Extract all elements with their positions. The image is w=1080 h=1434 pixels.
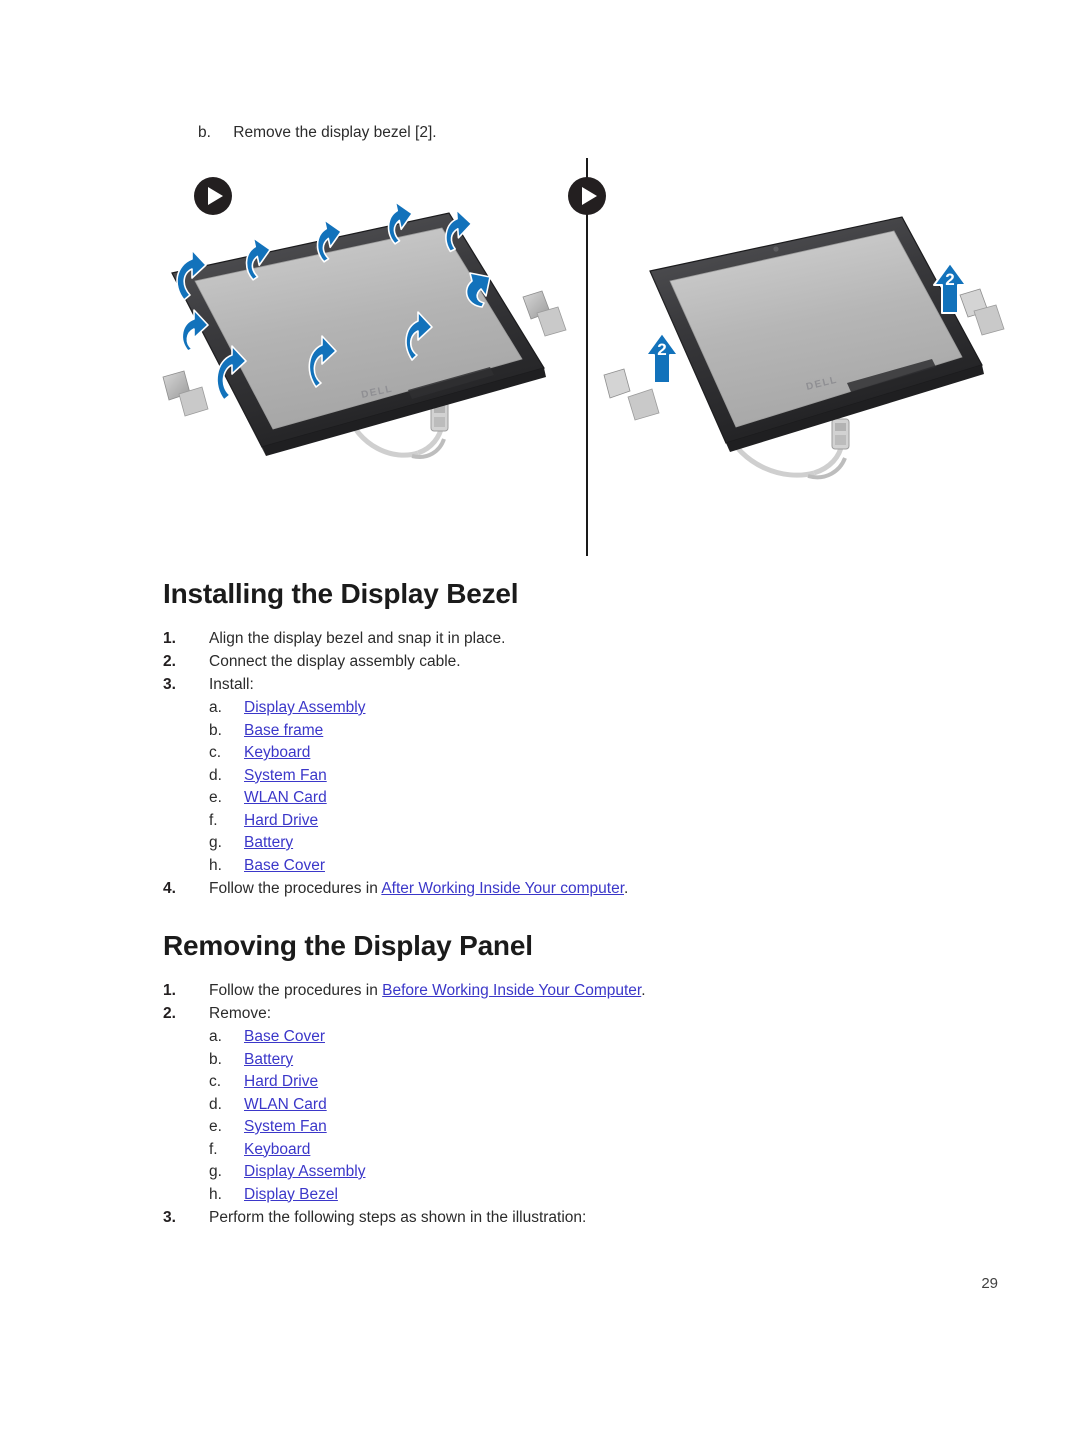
list-item: g. Display Assembly — [209, 1161, 923, 1184]
step-text: Connect the display assembly cable. — [209, 653, 461, 670]
step-marker: 2. — [163, 653, 176, 670]
link-base-frame[interactable]: Base frame — [244, 722, 323, 739]
substep-marker: e. — [209, 1118, 222, 1135]
link-before-working-inside-your-computer[interactable]: Before Working Inside Your Computer — [382, 982, 641, 999]
list-item: 2. Remove: — [163, 1003, 923, 1026]
substep-marker: d. — [209, 766, 222, 784]
page-title-removing-display-panel: Removing the Display Panel — [163, 930, 533, 961]
step-marker: 1. — [163, 630, 176, 647]
page-title-installing-display-bezel: Installing the Display Bezel — [163, 578, 519, 609]
substep-marker: g. — [209, 1163, 222, 1180]
list-item: c. Hard Drive — [209, 1071, 923, 1094]
step-text: Install: — [209, 676, 254, 693]
right-display-assembly-illustration: DELL 2 2 — [603, 216, 1005, 480]
install-final-step: 4. Follow the procedures in After Workin… — [163, 878, 923, 901]
substep-marker: c. — [209, 1073, 222, 1090]
list-item: f. Hard Drive — [209, 810, 923, 833]
install-sub-list: a. Display Assembly b. Base frame c. Key… — [209, 697, 923, 877]
substep-marker: e. — [209, 789, 222, 806]
list-item: 4. Follow the procedures in After Workin… — [163, 878, 923, 901]
figure-display-bezel-removal: DELL DELL 2 2 — [150, 155, 1010, 575]
top-step-marker: b. — [198, 124, 211, 141]
removing-final-step: 3. Perform the following steps as shown … — [163, 1207, 923, 1230]
link-base-cover[interactable]: Base Cover — [244, 1028, 325, 1045]
list-item: h. Base Cover — [209, 855, 923, 878]
link-wlan-card[interactable]: WLAN Card — [244, 789, 327, 806]
substep-marker: a. — [209, 1028, 222, 1045]
link-after-working-inside-your-computer[interactable]: After Working Inside Your computer — [381, 880, 624, 897]
step-text-suffix: . — [641, 982, 646, 999]
link-system-fan[interactable]: System Fan — [244, 767, 327, 784]
link-keyboard[interactable]: Keyboard — [244, 744, 310, 761]
list-item: 3. Install: — [163, 674, 923, 697]
list-item: 3. Perform the following steps as shown … — [163, 1207, 923, 1230]
list-item: d. System Fan — [209, 765, 923, 788]
link-battery[interactable]: Battery — [244, 1051, 293, 1068]
step-text-suffix: . — [624, 879, 629, 897]
install-ordered-list: 1. Align the display bezel and snap it i… — [163, 628, 923, 697]
list-item: e. WLAN Card — [209, 787, 923, 810]
link-system-fan[interactable]: System Fan — [244, 1118, 327, 1135]
list-item: a. Base Cover — [209, 1026, 923, 1049]
link-wlan-card[interactable]: WLAN Card — [244, 1096, 327, 1113]
substep-marker: h. — [209, 1185, 222, 1203]
substep-marker: b. — [209, 721, 222, 739]
list-item: b. Battery — [209, 1049, 923, 1072]
list-item: a. Display Assembly — [209, 697, 923, 720]
substep-marker: f. — [209, 1140, 218, 1158]
link-display-bezel[interactable]: Display Bezel — [244, 1186, 338, 1203]
list-item: h. Display Bezel — [209, 1184, 923, 1207]
step-marker: 3. — [163, 676, 176, 693]
list-item: e. System Fan — [209, 1116, 923, 1139]
callout-label: 2 — [657, 340, 666, 359]
document-page: b. Remove the display bezel [2]. DELL DE… — [0, 0, 1080, 1434]
step-text: Align the display bezel and snap it in p… — [209, 630, 506, 647]
list-item: 1. Follow the procedures in Before Worki… — [163, 980, 923, 1003]
link-battery[interactable]: Battery — [244, 834, 293, 851]
left-display-assembly-illustration: DELL — [162, 201, 567, 459]
link-keyboard[interactable]: Keyboard — [244, 1141, 310, 1158]
webcam-icon — [773, 246, 779, 252]
list-item: 1. Align the display bezel and snap it i… — [163, 628, 923, 651]
link-hard-drive[interactable]: Hard Drive — [244, 812, 318, 829]
link-base-cover[interactable]: Base Cover — [244, 857, 325, 874]
install-steps-list: 1. Align the display bezel and snap it i… — [163, 628, 923, 901]
step-text-prefix: Follow the procedures in — [209, 982, 383, 999]
step-marker: 3. — [163, 1208, 176, 1226]
cable-connector — [831, 418, 850, 450]
list-item: g. Battery — [209, 832, 923, 855]
callout-arrow-2-left: 2 — [645, 332, 679, 384]
substep-marker: h. — [209, 856, 222, 874]
step-marker: 1. — [163, 982, 176, 999]
list-item: b. Base frame — [209, 720, 923, 743]
removing-steps-list: 1. Follow the procedures in Before Worki… — [163, 980, 923, 1230]
removing-ordered-list: 1. Follow the procedures in Before Worki… — [163, 980, 923, 1026]
substep-marker: a. — [209, 699, 222, 716]
step-text: Remove: — [209, 1005, 272, 1022]
top-step-text: Remove the display bezel [2]. — [233, 124, 437, 141]
list-item: c. Keyboard — [209, 742, 923, 765]
link-display-assembly[interactable]: Display Assembly — [244, 1163, 365, 1180]
top-step-line: b. Remove the display bezel [2]. — [198, 122, 838, 144]
callout-label: 2 — [945, 270, 954, 289]
substep-marker: c. — [209, 744, 222, 761]
step-text: Perform the following steps as shown in … — [209, 1208, 587, 1226]
list-item: f. Keyboard — [209, 1139, 923, 1162]
substep-marker: d. — [209, 1095, 222, 1113]
step-marker: 2. — [163, 1005, 176, 1022]
step-marker: 4. — [163, 879, 176, 897]
substep-marker: f. — [209, 811, 218, 829]
step-text-prefix: Follow the procedures in — [209, 879, 382, 897]
substep-marker: b. — [209, 1050, 222, 1068]
list-item: 2. Connect the display assembly cable. — [163, 651, 923, 674]
substep-marker: g. — [209, 834, 222, 851]
removing-sub-list: a. Base Cover b. Battery c. Hard Drive d… — [209, 1026, 923, 1206]
page-number: 29 — [981, 1275, 998, 1292]
list-item: d. WLAN Card — [209, 1094, 923, 1117]
link-hard-drive[interactable]: Hard Drive — [244, 1073, 318, 1090]
link-display-assembly[interactable]: Display Assembly — [244, 699, 365, 716]
